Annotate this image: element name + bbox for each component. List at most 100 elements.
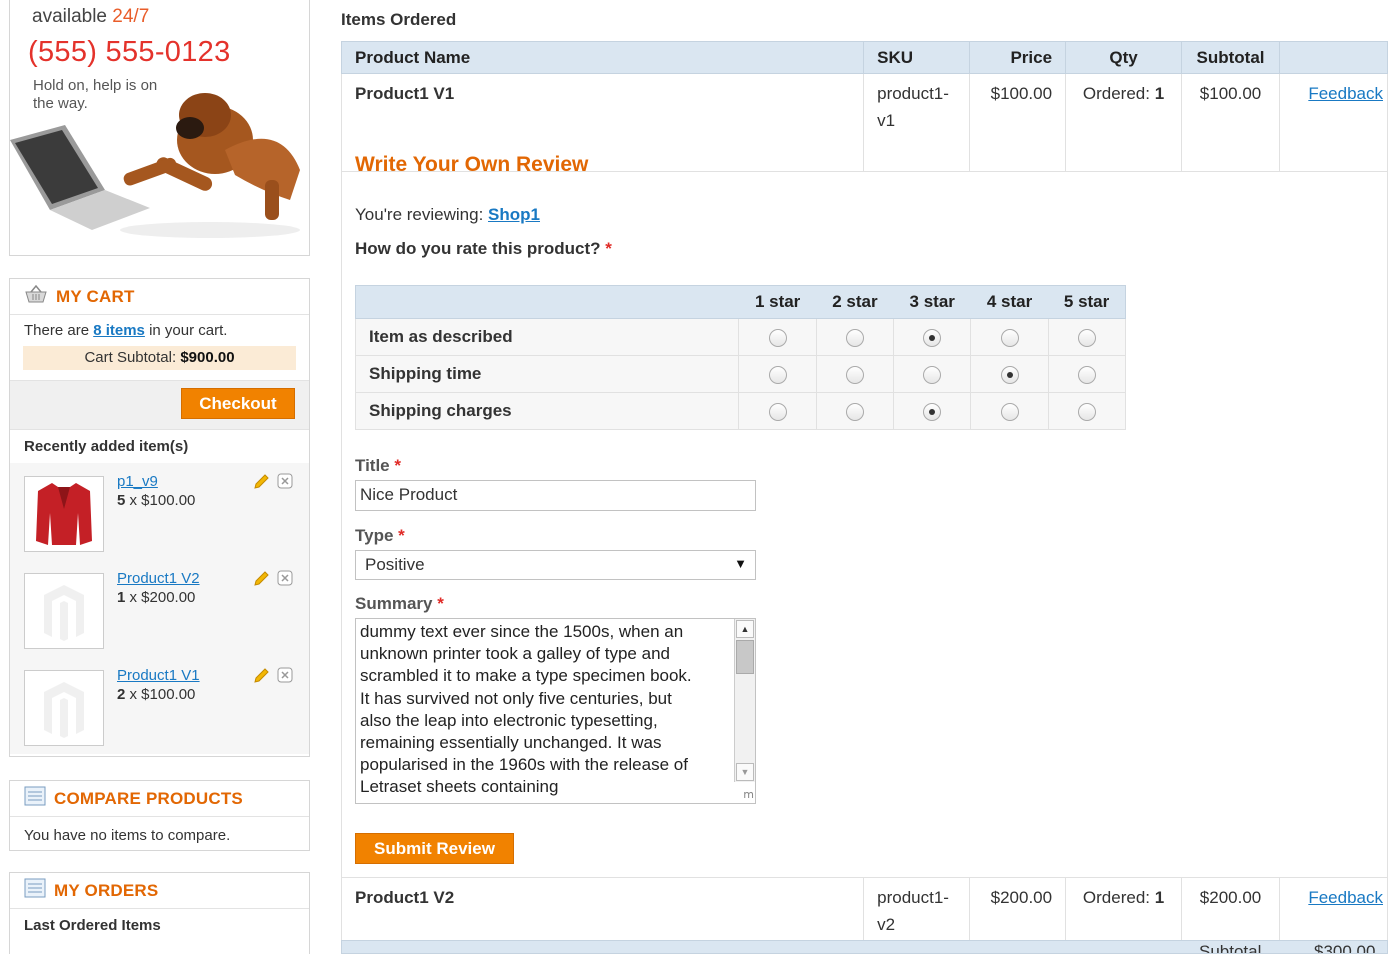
remove-icon[interactable] (277, 570, 293, 591)
product-thumbnail[interactable] (24, 670, 104, 746)
sidebar: available 24/7 (555) 555-0123 Hold on, h… (9, 0, 310, 954)
cart-item-qty: 5 x $100.00 (117, 492, 196, 509)
pencil-icon[interactable] (252, 667, 270, 690)
checkout-button[interactable]: Checkout (181, 388, 295, 419)
rating-radio[interactable] (1077, 402, 1096, 421)
basket-icon (24, 284, 48, 308)
rating-radio[interactable] (1077, 328, 1096, 347)
summary-text: dummy text ever since the 1500s, when an… (360, 622, 692, 797)
product-thumbnail[interactable] (24, 476, 104, 552)
rating-radio[interactable] (1000, 328, 1019, 347)
rating-question: How do you rate this product? * (355, 239, 612, 258)
review-title: Write Your Own Review (355, 153, 589, 176)
rating-row: Item as described (354, 318, 1127, 356)
dropdown-arrow-icon: ▼ (734, 556, 747, 571)
list-icon (24, 786, 46, 811)
cart-item-qty: 1 x $200.00 (117, 589, 196, 606)
totals-row: Subtotal $300.00 (341, 940, 1388, 954)
table-header-row: Product Name SKU Price Qty Subtotal (340, 41, 1388, 74)
rating-radio[interactable] (1000, 402, 1019, 421)
title-label: Title * (355, 456, 401, 475)
cart-item-name[interactable]: Product1 V1 (117, 667, 200, 684)
product-thumbnail[interactable] (24, 573, 104, 649)
feedback-link[interactable]: Feedback (1308, 84, 1383, 103)
pencil-icon[interactable] (252, 570, 270, 593)
cart-item-name[interactable]: Product1 V2 (117, 570, 200, 587)
product-qty: Ordered: 1 (1065, 877, 1183, 945)
cart-summary-text: There are 8 items in your cart. (24, 322, 228, 339)
cart-item: Product1 V2 1 x $200.00 (10, 560, 309, 657)
col-action (1279, 41, 1388, 74)
my-cart-block: MY CART There are 8 items in your cart. … (9, 278, 310, 757)
subtotal-label: Subtotal (1199, 942, 1262, 954)
product-sku: product1- v2 (863, 877, 971, 945)
rating-radio[interactable] (845, 365, 864, 384)
scroll-thumb[interactable] (736, 640, 754, 674)
items-ordered-table-continued: Product1 V2 product1- v2 $200.00 Ordered:… (340, 877, 1388, 945)
availability-text: available 24/7 (32, 6, 150, 27)
dog-laptop-illustration (10, 93, 300, 238)
remove-icon[interactable] (277, 473, 293, 494)
star-header: 3 star (893, 285, 971, 319)
scroll-down-arrow-icon[interactable]: ▼ (736, 763, 754, 781)
rating-radio[interactable] (768, 402, 787, 421)
review-form: Write Your Own Review You're reviewing: … (341, 139, 1388, 877)
rating-radio[interactable] (768, 365, 787, 384)
phone-number: (555) 555-0123 (28, 36, 231, 68)
rating-radio[interactable] (1077, 365, 1096, 384)
textarea-scrollbar[interactable]: ▲ ▼ (734, 619, 755, 782)
rating-label: Shipping charges (354, 392, 740, 430)
my-cart-header: MY CART (10, 279, 309, 315)
items-ordered-title: Items Ordered (341, 10, 457, 29)
product-price: $200.00 (969, 877, 1067, 945)
feedback-link[interactable]: Feedback (1308, 888, 1383, 907)
compare-products-block: COMPARE PRODUCTS You have no items to co… (9, 780, 310, 851)
reviewed-product-link[interactable]: Shop1 (488, 205, 540, 224)
list-icon (24, 878, 46, 903)
remove-icon[interactable] (277, 667, 293, 688)
cart-items-link[interactable]: 8 items (93, 322, 145, 339)
rating-header-row: 1 star 2 star 3 star 4 star 5 star (355, 285, 1126, 319)
cart-item-name[interactable]: p1_v9 (117, 473, 158, 490)
type-label: Type * (355, 526, 405, 545)
cart-item-qty: 2 x $100.00 (117, 686, 196, 703)
rating-radio[interactable] (923, 328, 942, 347)
compare-products-title: COMPARE PRODUCTS (54, 788, 243, 808)
rating-radio[interactable] (768, 328, 787, 347)
help-promo-banner: available 24/7 (555) 555-0123 Hold on, h… (9, 0, 310, 256)
product-name: Product1 V2 (340, 877, 865, 945)
rating-label: Item as described (354, 318, 740, 356)
recently-added-title: Recently added item(s) (24, 438, 189, 455)
summary-textarea[interactable]: dummy text ever since the 1500s, when an… (355, 618, 756, 804)
type-select[interactable]: Positive ▼ (355, 550, 756, 580)
my-orders-header: MY ORDERS (10, 873, 309, 909)
col-product-name: Product Name (340, 41, 865, 74)
rating-radio[interactable] (845, 328, 864, 347)
rating-radio[interactable] (1000, 365, 1019, 384)
rating-radio[interactable] (923, 365, 942, 384)
col-sku: SKU (863, 41, 971, 74)
submit-review-button[interactable]: Submit Review (355, 833, 514, 864)
my-orders-block: MY ORDERS Last Ordered Items (9, 872, 310, 954)
pencil-icon[interactable] (252, 473, 270, 496)
resize-handle-icon[interactable]: ⅿ (740, 788, 754, 802)
rating-radio[interactable] (923, 402, 942, 421)
star-header: 4 star (970, 285, 1049, 319)
cart-subtotal: Cart Subtotal: $900.00 (23, 346, 296, 370)
my-cart-title: MY CART (56, 286, 135, 306)
reviewing-text: You're reviewing: Shop1 (355, 205, 540, 224)
star-header: 2 star (816, 285, 894, 319)
col-qty: Qty (1065, 41, 1183, 74)
scroll-up-arrow-icon[interactable]: ▲ (736, 620, 754, 638)
product-subtotal: $200.00 (1181, 877, 1281, 945)
cart-item: p1_v9 5 x $100.00 (10, 463, 309, 560)
rating-radio[interactable] (845, 402, 864, 421)
title-input[interactable]: Nice Product (355, 480, 756, 511)
rating-label: Shipping time (354, 355, 740, 393)
cart-actions: Checkout (10, 380, 309, 430)
subtotal-value: $300.00 (1314, 942, 1376, 954)
rating-row: Shipping charges (354, 392, 1127, 430)
compare-products-header: COMPARE PRODUCTS (10, 781, 309, 817)
cart-item: Product1 V1 2 x $100.00 (10, 657, 309, 754)
summary-label: Summary * (355, 594, 444, 613)
